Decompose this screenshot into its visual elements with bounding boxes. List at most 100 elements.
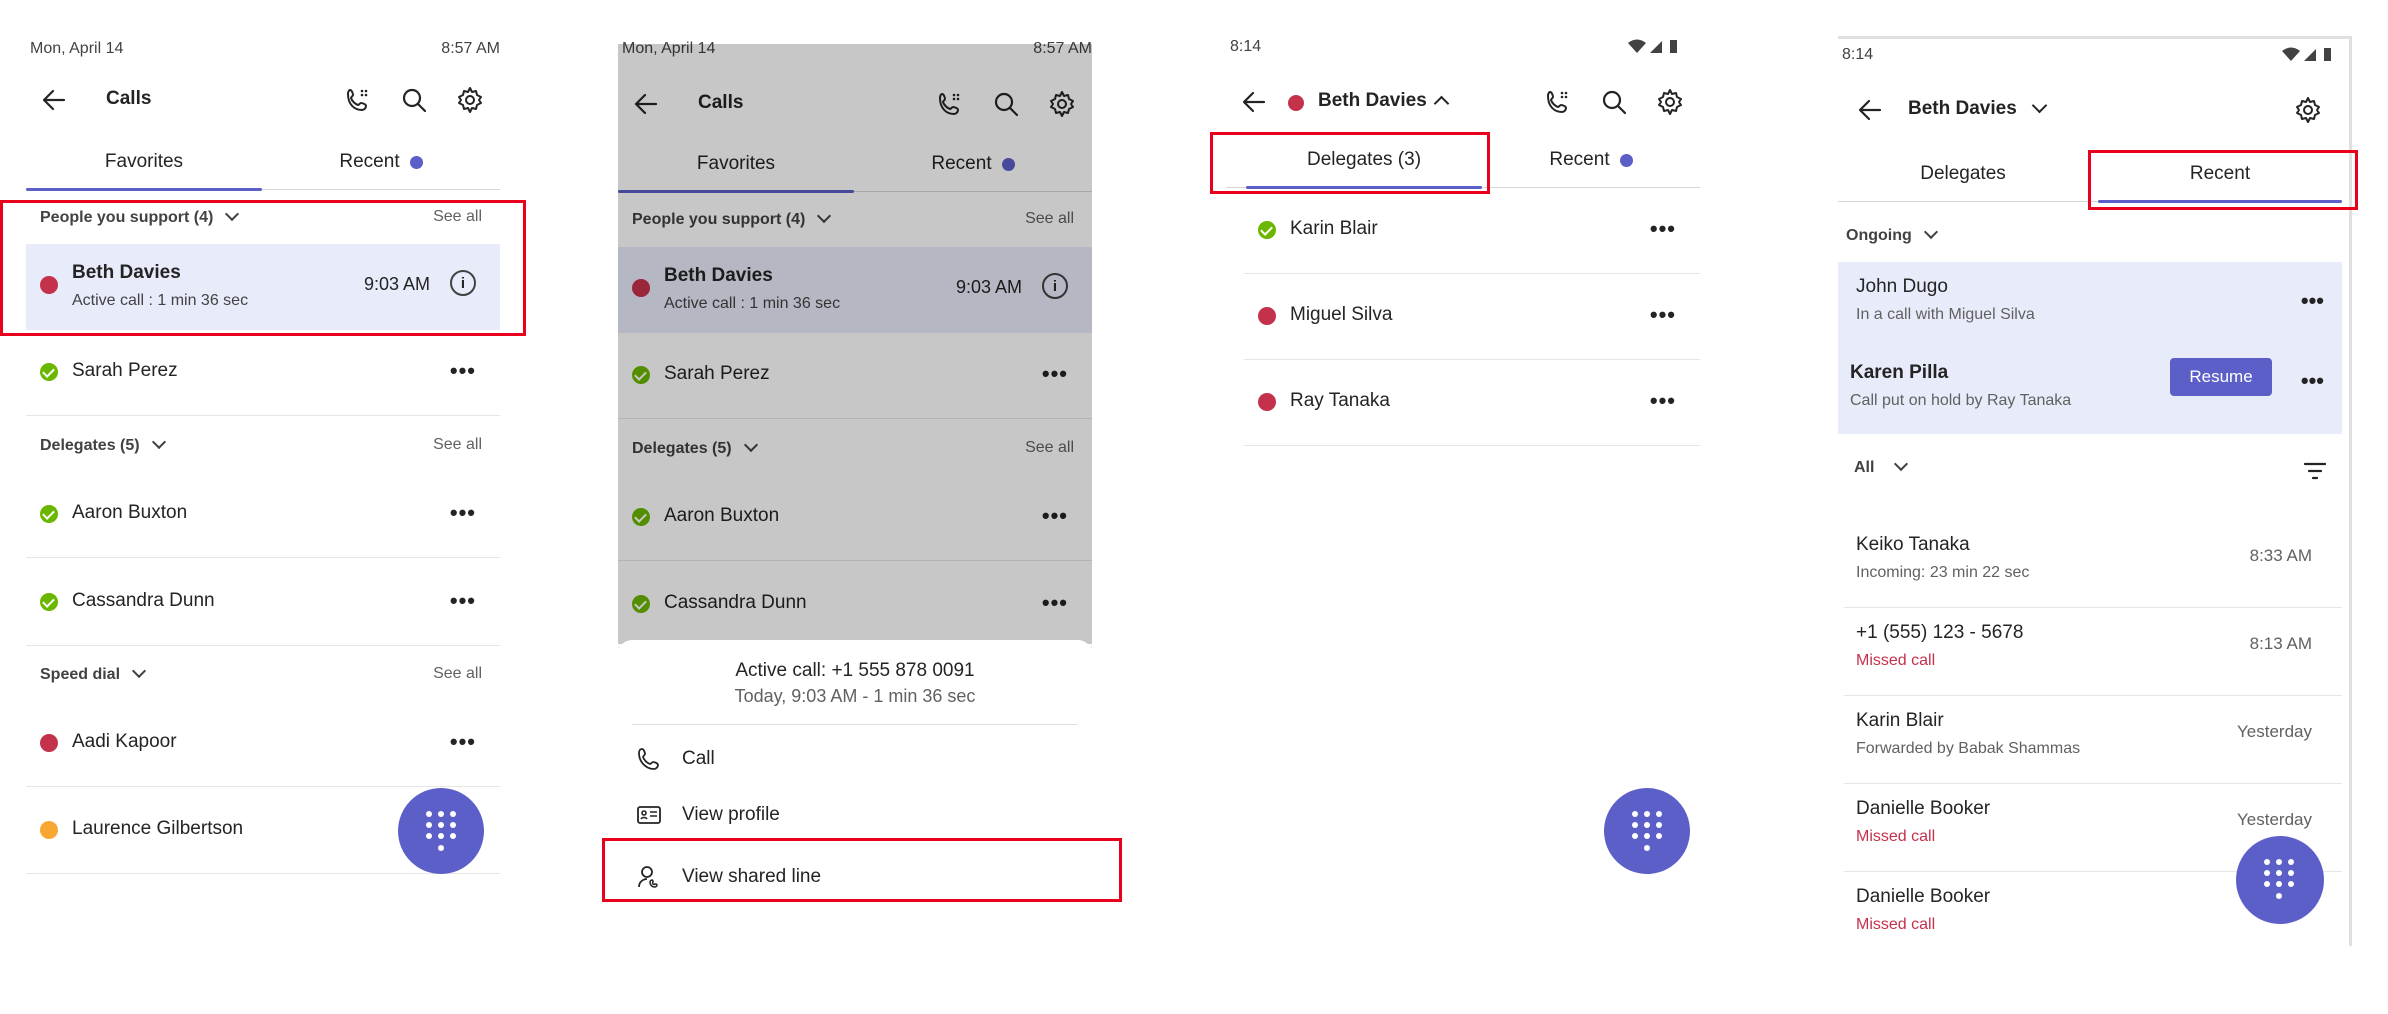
callout-box bbox=[1210, 132, 1490, 194]
divider bbox=[632, 724, 1078, 725]
callout-box bbox=[0, 200, 526, 336]
list-item[interactable]: Aadi Kapoor ••• bbox=[26, 701, 500, 787]
chevron-down-icon[interactable] bbox=[2031, 97, 2048, 114]
list-item[interactable]: Miguel Silva ••• bbox=[1244, 274, 1700, 360]
more-options-icon[interactable]: ••• bbox=[2301, 368, 2324, 394]
signal-battery-icon bbox=[2280, 46, 2334, 67]
held-call-row[interactable]: Karen Pilla Call put on hold by Ray Tana… bbox=[1838, 348, 2342, 436]
callout-box bbox=[2088, 150, 2358, 210]
see-all-link[interactable]: See all bbox=[433, 436, 482, 454]
chevron-down-icon bbox=[151, 434, 166, 450]
more-options-icon[interactable]: ••• bbox=[1650, 388, 1676, 414]
app-header: Beth Davies bbox=[1226, 82, 1700, 122]
search-icon[interactable] bbox=[1598, 86, 1630, 118]
presence-available-icon bbox=[40, 593, 58, 611]
tab-bar: Favorites Recent bbox=[26, 134, 500, 191]
page-title: Beth Davies bbox=[1908, 98, 2017, 119]
list-item[interactable]: Sarah Perez ••• bbox=[26, 330, 500, 416]
resume-button[interactable]: Resume bbox=[2170, 358, 2272, 396]
dialpad-icon bbox=[2264, 859, 2294, 899]
presence-busy-icon bbox=[1258, 307, 1276, 325]
back-arrow-icon[interactable] bbox=[40, 86, 68, 114]
dialpad-phone-icon[interactable] bbox=[342, 84, 374, 116]
modal-scrim[interactable] bbox=[618, 44, 1092, 644]
presence-available-icon bbox=[40, 363, 58, 381]
more-options-icon[interactable]: ••• bbox=[450, 358, 476, 384]
signal-battery-icon bbox=[1626, 38, 1680, 59]
phone-icon bbox=[638, 748, 659, 770]
more-options-icon[interactable]: ••• bbox=[450, 500, 476, 526]
gear-icon[interactable] bbox=[2292, 94, 2324, 126]
sheet-title: Active call: +1 555 878 0091 bbox=[735, 660, 975, 681]
chevron-up-icon[interactable] bbox=[1433, 95, 1450, 112]
list-item[interactable]: Karin Blair ••• bbox=[1244, 188, 1700, 274]
action-call[interactable]: Call bbox=[636, 740, 1092, 780]
list-item[interactable]: Ray Tanaka ••• bbox=[1244, 360, 1700, 446]
status-date: Mon, April 14 bbox=[30, 40, 124, 57]
sheet-subtitle: Today, 9:03 AM - 1 min 36 sec bbox=[734, 686, 976, 706]
status-time: 8:14 bbox=[1842, 46, 1874, 63]
dialpad-button[interactable] bbox=[398, 788, 484, 874]
more-options-icon[interactable]: ••• bbox=[450, 588, 476, 614]
list-item[interactable]: +1 (555) 123 - 5678 Missed call 8:13 AM bbox=[1844, 608, 2342, 696]
gear-icon[interactable] bbox=[454, 84, 486, 116]
section-toggle[interactable]: Delegates (5) bbox=[40, 434, 166, 455]
presence-available-icon bbox=[40, 505, 58, 523]
filter-all[interactable]: All bbox=[1854, 454, 2330, 484]
chevron-down-icon bbox=[131, 663, 147, 679]
see-all-link[interactable]: See all bbox=[433, 665, 482, 683]
presence-busy-icon bbox=[40, 734, 58, 752]
chevron-down-icon bbox=[1923, 224, 1938, 240]
app-header: Calls bbox=[26, 80, 500, 120]
more-options-icon[interactable]: ••• bbox=[2301, 288, 2324, 314]
contact-card-icon bbox=[637, 806, 661, 824]
page-title: Beth Davies bbox=[1318, 90, 1427, 111]
status-bar: 8:14 bbox=[1842, 46, 2348, 70]
presence-busy-icon bbox=[1258, 393, 1276, 411]
app-header: Beth Davies bbox=[1838, 90, 2348, 130]
status-bar: Mon, April 14 8:57 AM bbox=[30, 40, 500, 64]
more-options-icon[interactable]: ••• bbox=[450, 729, 476, 755]
list-item[interactable]: Keiko Tanaka Incoming: 23 min 22 sec 8:3… bbox=[1844, 520, 2342, 608]
section-toggle[interactable]: Speed dial bbox=[40, 663, 147, 684]
back-arrow-icon[interactable] bbox=[1240, 88, 1268, 116]
unread-dot bbox=[1619, 153, 1633, 167]
tab-delegates[interactable]: Delegates bbox=[1838, 146, 2088, 202]
action-view-profile[interactable]: View profile bbox=[636, 796, 1092, 836]
status-time: 8:14 bbox=[1230, 38, 1262, 55]
filter-icon[interactable] bbox=[2304, 462, 2326, 480]
unread-dot bbox=[409, 155, 423, 169]
presence-available-icon bbox=[1258, 221, 1276, 239]
dialpad-button[interactable] bbox=[2236, 836, 2324, 924]
section-ongoing[interactable]: Ongoing bbox=[1846, 222, 2330, 252]
tab-recent[interactable]: Recent bbox=[262, 134, 500, 190]
dialpad-icon bbox=[426, 811, 456, 851]
calls-screen-favorites: Mon, April 14 8:57 AM Calls Favorites Re… bbox=[0, 0, 526, 1014]
presence-away-icon bbox=[40, 821, 58, 839]
tab-favorites[interactable]: Favorites bbox=[26, 134, 262, 191]
recent-calls-screen: 8:14 Beth Davies Delegates Recent Ongoin… bbox=[1838, 0, 2358, 1014]
callout-box bbox=[602, 838, 1122, 902]
more-options-icon[interactable]: ••• bbox=[1650, 302, 1676, 328]
status-time: 8:57 AM bbox=[441, 40, 500, 57]
calls-screen-action-sheet: Mon, April 14 8:57 AM Calls Favorites Re… bbox=[602, 0, 1122, 1014]
dialpad-phone-icon[interactable] bbox=[1542, 86, 1574, 118]
more-options-icon[interactable]: ••• bbox=[1650, 216, 1676, 242]
dialpad-icon bbox=[1632, 811, 1662, 851]
page-title: Calls bbox=[106, 88, 152, 109]
tab-recent[interactable]: Recent bbox=[1482, 132, 1700, 188]
status-bar: 8:14 bbox=[1230, 38, 1700, 62]
section-speed-dial: Speed dial See all bbox=[40, 661, 482, 691]
list-item[interactable]: Karin Blair Forwarded by Babak Shammas Y… bbox=[1844, 696, 2342, 784]
ongoing-call-row[interactable]: John Dugo In a call with Miguel Silva ••… bbox=[1844, 262, 2342, 350]
chevron-down-icon bbox=[1894, 456, 1909, 472]
dialpad-button[interactable] bbox=[1604, 788, 1690, 874]
section-delegates: Delegates (5) See all bbox=[40, 432, 482, 462]
back-arrow-icon[interactable] bbox=[1856, 96, 1884, 124]
gear-icon[interactable] bbox=[1654, 86, 1686, 118]
list-item[interactable]: Aaron Buxton ••• bbox=[26, 472, 500, 558]
list-item[interactable]: Cassandra Dunn ••• bbox=[26, 560, 500, 646]
delegates-screen: 8:14 Beth Davies Delegates (3) Recent Ka… bbox=[1210, 0, 1700, 1014]
search-icon[interactable] bbox=[398, 84, 430, 116]
presence-busy-icon bbox=[1288, 95, 1304, 111]
